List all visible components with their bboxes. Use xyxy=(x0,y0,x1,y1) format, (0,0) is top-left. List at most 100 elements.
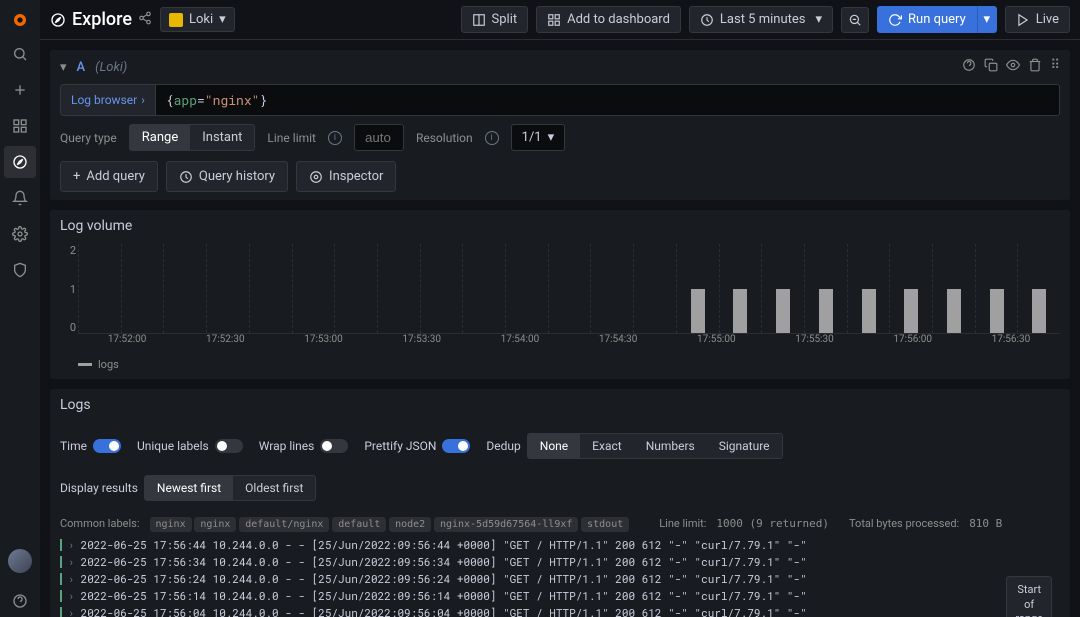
add-to-dashboard-button[interactable]: Add to dashboard xyxy=(536,6,681,33)
plus-icon: + xyxy=(73,169,80,184)
log-line[interactable]: › 2022-06-25 17:56:24 10.244.0.0 - - [25/… xyxy=(60,570,1060,587)
collapse-icon[interactable]: ▾ xyxy=(60,60,67,75)
info-icon[interactable]: i xyxy=(485,131,499,145)
dedup-exact[interactable]: Exact xyxy=(580,434,634,458)
dedup-toggle: NoneExactNumbersSignature xyxy=(527,433,783,459)
prettify-json-toggle[interactable] xyxy=(442,439,470,453)
expand-icon[interactable]: › xyxy=(68,587,75,604)
page-title: Explore xyxy=(50,9,152,30)
query-value: "nginx" xyxy=(205,91,260,109)
run-query-label: Run query xyxy=(908,12,966,27)
configuration-icon[interactable] xyxy=(4,218,36,250)
expand-icon[interactable]: › xyxy=(68,536,75,553)
legend-label: logs xyxy=(98,358,119,371)
time-toggle-label: Time xyxy=(60,439,87,453)
add-query-label: Add query xyxy=(86,169,145,184)
dedup-label: Dedup xyxy=(486,439,520,453)
expand-icon[interactable]: › xyxy=(68,570,75,587)
line-limit-value: 1000 (9 returned) xyxy=(716,517,829,530)
add-query-button[interactable]: + Add query xyxy=(60,161,158,192)
query-editor-panel: ▾ A (Loki) ⠿ Log browser› {app="nginx"} xyxy=(50,50,1070,200)
log-lines: ›2022-06-25 17:56:44 10.244.0.0 - - [25/… xyxy=(60,536,1060,617)
log-volume-chart[interactable]: 210 17:52:0017:52:3017:53:0017:53:3017:5… xyxy=(60,244,1060,354)
help-icon[interactable] xyxy=(962,58,976,76)
chevron-down-icon: ▾ xyxy=(815,12,822,27)
split-label: Split xyxy=(492,12,518,27)
query-history-button[interactable]: Query history xyxy=(166,161,288,192)
trash-icon[interactable] xyxy=(1028,58,1042,76)
bytes-value: 810 B xyxy=(969,517,1002,530)
run-query-button[interactable]: Run query xyxy=(877,6,977,33)
alerting-icon[interactable] xyxy=(4,182,36,214)
resolution-value: 1/1 xyxy=(522,130,542,145)
zoom-out-button[interactable] xyxy=(841,7,869,33)
log-text: 2022-06-25 17:56:34 10.244.0.0 - - [25/J… xyxy=(81,553,807,570)
avatar[interactable] xyxy=(8,549,32,573)
copy-icon[interactable] xyxy=(984,58,998,76)
chart-bars xyxy=(78,244,1060,334)
datasource-select[interactable]: Loki ▾ xyxy=(160,7,235,32)
query-input[interactable]: {app="nginx"} xyxy=(156,84,1060,116)
help-icon[interactable] xyxy=(4,585,36,617)
wrap-lines-toggle-label: Wrap lines xyxy=(259,439,315,453)
line-limit-input[interactable] xyxy=(354,124,404,151)
chevron-down-icon: ▾ xyxy=(219,12,226,27)
log-line[interactable]: ›2022-06-25 17:56:44 10.244.0.0 - - [25/… xyxy=(60,536,1060,553)
grafana-logo-icon[interactable] xyxy=(6,6,34,34)
log-text: 2022-06-25 17:56:24 10.244.0.0 - - [25/J… xyxy=(81,570,807,587)
run-query-options-button[interactable]: ▾ xyxy=(977,6,997,33)
plus-icon[interactable] xyxy=(4,74,36,106)
label-badge: nginx xyxy=(150,517,192,532)
common-labels: nginx nginx default/nginx default node2 … xyxy=(150,517,630,530)
level-indicator xyxy=(60,590,62,602)
level-indicator xyxy=(60,573,62,585)
query-type-range[interactable]: Range xyxy=(130,125,190,150)
shield-icon[interactable] xyxy=(4,254,36,286)
expand-icon[interactable]: › xyxy=(68,553,75,570)
logs-panel: Logs Time Unique labels Wrap lines Prett… xyxy=(50,389,1070,617)
label-badge: nginx xyxy=(194,517,236,532)
add-dashboard-label: Add to dashboard xyxy=(567,12,670,27)
wrap-lines-toggle[interactable] xyxy=(320,439,348,453)
unique-labels-toggle[interactable] xyxy=(215,439,243,453)
prettify-json-toggle-label: Prettify JSON xyxy=(364,439,436,453)
query-ref-letter[interactable]: A xyxy=(77,60,86,75)
live-button[interactable]: Live xyxy=(1005,6,1070,33)
query-history-label: Query history xyxy=(199,169,275,184)
inspector-button[interactable]: Inspector xyxy=(296,161,396,192)
dedup-none[interactable]: None xyxy=(528,434,580,458)
eye-icon[interactable] xyxy=(1006,58,1020,76)
time-toggle[interactable] xyxy=(93,439,121,453)
expand-icon[interactable]: › xyxy=(68,604,75,617)
query-type-toggle: Range Instant xyxy=(129,124,256,151)
split-button[interactable]: Split xyxy=(461,6,529,33)
legend-swatch xyxy=(78,363,92,366)
log-browser-button[interactable]: Log browser› xyxy=(60,84,156,116)
level-indicator xyxy=(60,607,62,617)
chart-legend: logs xyxy=(78,358,1060,371)
drag-handle-icon[interactable]: ⠿ xyxy=(1050,58,1060,76)
line-limit-label: Line limit xyxy=(267,131,316,145)
oldest-first-button[interactable]: Oldest first xyxy=(233,476,315,500)
log-line[interactable]: ›2022-06-25 17:56:04 10.244.0.0 - - [25/… xyxy=(60,604,1060,617)
log-volume-title: Log volume xyxy=(60,218,1060,234)
log-line[interactable]: ›2022-06-25 17:56:14 10.244.0.0 - - [25/… xyxy=(60,587,1060,604)
share-icon[interactable] xyxy=(138,9,152,30)
resolution-label: Resolution xyxy=(416,131,473,145)
dedup-numbers[interactable]: Numbers xyxy=(634,434,707,458)
dashboards-icon[interactable] xyxy=(4,110,36,142)
label-badge: stdout xyxy=(581,517,629,532)
log-line[interactable]: › 2022-06-25 17:56:34 10.244.0.0 - - [25/… xyxy=(60,553,1060,570)
newest-first-button[interactable]: Newest first xyxy=(145,476,233,500)
query-type-instant[interactable]: Instant xyxy=(190,125,254,150)
dedup-signature[interactable]: Signature xyxy=(707,434,782,458)
explore-icon[interactable] xyxy=(4,146,36,178)
resolution-select[interactable]: 1/1▾ xyxy=(511,124,566,151)
query-key: app xyxy=(174,91,197,109)
time-range-button[interactable]: Last 5 minutes▾ xyxy=(689,6,833,33)
scroll-hint[interactable]: Start of range xyxy=(1006,576,1052,617)
bytes-text: Total bytes processed: xyxy=(849,517,959,530)
common-labels-title: Common labels: xyxy=(60,517,140,530)
info-icon[interactable]: i xyxy=(328,131,342,145)
search-icon[interactable] xyxy=(4,38,36,70)
